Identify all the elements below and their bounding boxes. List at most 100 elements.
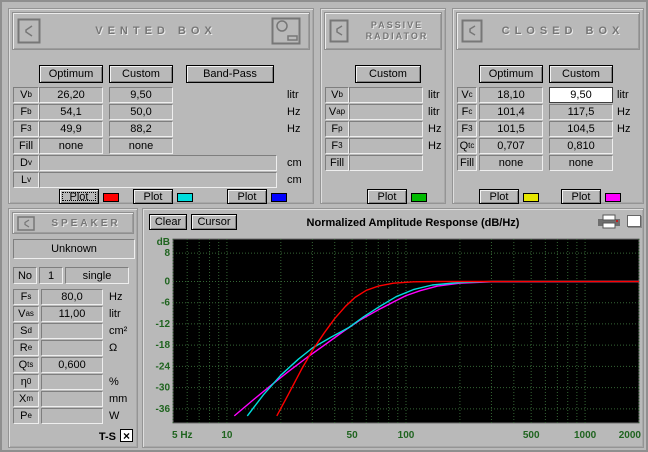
closed-fill-custom-value[interactable]: none bbox=[549, 155, 613, 171]
closed-row-fc: Fc 101,4 117,5 Hz bbox=[457, 104, 630, 120]
vented-plot-optimum-button[interactable]: Plot bbox=[59, 189, 99, 204]
vented-vb-optimum-value: 26,20 bbox=[39, 87, 103, 103]
svg-text:-12: -12 bbox=[156, 319, 171, 330]
param-label: Fs bbox=[13, 289, 39, 305]
vented-row-lv: Lv cm bbox=[13, 172, 302, 188]
svg-text:8: 8 bbox=[164, 248, 170, 259]
app-window: VENTED BOX Optimum Custom Band-Pass Vb 2… bbox=[0, 0, 648, 452]
passive-custom-button[interactable]: Custom bbox=[355, 65, 421, 83]
passive-row-fp: Fp Hz bbox=[325, 121, 441, 137]
unit-label: litr bbox=[287, 89, 299, 101]
closed-row-qtc: Qtc 0,707 0,810 bbox=[457, 138, 613, 154]
svg-text:0: 0 bbox=[164, 276, 170, 287]
chart-title: Normalized Amplitude Response (dB/Hz) bbox=[306, 217, 520, 229]
unit-label: mm bbox=[109, 393, 128, 405]
speaker-pe-value[interactable] bbox=[41, 408, 103, 424]
passive-row-f3: F3 Hz bbox=[325, 138, 441, 154]
closed-custom-button[interactable]: Custom bbox=[549, 65, 613, 83]
unit-label: Hz bbox=[428, 123, 442, 135]
vented-box-diagram-icon bbox=[271, 17, 301, 45]
speaker-name-field[interactable]: Unknown bbox=[13, 239, 135, 259]
param-label: F3 bbox=[13, 121, 39, 137]
svg-text:2000: 2000 bbox=[619, 430, 642, 441]
closed-fill-optimum-value[interactable]: none bbox=[479, 155, 543, 171]
passive-row-vb: Vb litr bbox=[325, 87, 440, 103]
param-label: F3 bbox=[325, 138, 349, 154]
closed-row-fill: Fill none none bbox=[457, 155, 613, 171]
vented-vb-custom-value[interactable]: 9,50 bbox=[109, 87, 173, 103]
speaker-icon bbox=[17, 215, 35, 231]
vented-row-fb: Fb 54,1 50,0 Hz bbox=[13, 104, 300, 120]
vented-fb-custom-value[interactable]: 50,0 bbox=[109, 104, 173, 120]
speaker-box-icon bbox=[461, 19, 483, 43]
unit-label: W bbox=[109, 410, 120, 422]
passive-plot-color-swatch bbox=[411, 192, 427, 202]
param-label: Fill bbox=[457, 155, 477, 171]
closed-vc-optimum-value: 18,10 bbox=[479, 87, 543, 103]
closed-plot-row: Plot Plot bbox=[457, 189, 621, 205]
background-color-box[interactable] bbox=[627, 215, 641, 227]
vented-plot-row: Plot Plot Plot bbox=[13, 189, 287, 205]
closed-optimum-button[interactable]: Optimum bbox=[479, 65, 543, 83]
param-label: Sd bbox=[13, 323, 39, 339]
speaker-header: SPEAKER bbox=[12, 212, 134, 234]
closed-plot-custom-button[interactable]: Plot bbox=[561, 189, 601, 204]
param-label: Lv bbox=[13, 172, 39, 188]
closed-vc-custom-input[interactable]: 9,50 bbox=[549, 87, 613, 103]
vented-lv-value bbox=[39, 172, 277, 188]
speaker-fs-value[interactable]: 80,0 bbox=[41, 289, 103, 305]
closed-fc-optimum-value: 101,4 bbox=[479, 104, 543, 120]
cursor-button[interactable]: Cursor bbox=[191, 214, 237, 230]
speaker-vas-value[interactable]: 11,00 bbox=[41, 306, 103, 322]
speaker-re-value[interactable] bbox=[41, 340, 103, 356]
vented-custom-button[interactable]: Custom bbox=[109, 65, 173, 83]
param-label: Vc bbox=[457, 87, 477, 103]
unit-label: Hz bbox=[428, 140, 442, 152]
closed-row-vc: Vc 18,10 9,50 litr bbox=[457, 87, 629, 103]
closed-plot-optimum-button[interactable]: Plot bbox=[479, 189, 519, 204]
speaker-qts-value[interactable]: 0,600 bbox=[41, 357, 103, 373]
svg-text:-18: -18 bbox=[156, 340, 171, 351]
vented-fill-custom-value[interactable]: none bbox=[109, 138, 173, 154]
vented-fill-optimum-value[interactable]: none bbox=[39, 138, 103, 154]
closed-box-header: CLOSED BOX bbox=[456, 12, 640, 50]
closed-qtc-optimum-value: 0,707 bbox=[479, 138, 543, 154]
speaker-sd-value[interactable] bbox=[41, 323, 103, 339]
unit-label: Ω bbox=[109, 342, 118, 354]
svg-text:-36: -36 bbox=[156, 404, 171, 415]
param-label: Fp bbox=[325, 121, 349, 137]
passive-fill-value bbox=[349, 155, 423, 171]
speaker-xm-value[interactable] bbox=[41, 391, 103, 407]
speaker-type-value[interactable]: single bbox=[65, 267, 129, 284]
clear-button[interactable]: Clear bbox=[149, 214, 187, 230]
speaker-box-icon bbox=[329, 19, 349, 43]
speaker-no-label: No bbox=[13, 267, 37, 284]
svg-text:100: 100 bbox=[398, 430, 415, 441]
svg-text:500: 500 bbox=[523, 430, 540, 441]
speaker-no-value[interactable]: 1 bbox=[39, 267, 63, 284]
speaker-row-fs: Fs 80,0 Hz bbox=[13, 289, 122, 305]
vented-plot-custom-button[interactable]: Plot bbox=[133, 189, 173, 204]
param-label: Fc bbox=[457, 104, 477, 120]
vented-f3-custom-value: 88,2 bbox=[109, 121, 173, 137]
closed-plot-custom-color-swatch bbox=[605, 192, 621, 202]
speaker-row-pe: Pe W bbox=[13, 408, 119, 424]
speaker-row-xm: Xm mm bbox=[13, 391, 127, 407]
passive-plot-button[interactable]: Plot bbox=[367, 189, 407, 204]
param-label: Fb bbox=[13, 104, 39, 120]
unit-label: cm bbox=[287, 174, 302, 186]
closed-box-panel: CLOSED BOX Optimum Custom Vc 18,10 9,50 … bbox=[452, 8, 644, 204]
closed-plot-optimum-color-swatch bbox=[523, 192, 539, 202]
vented-optimum-button[interactable]: Optimum bbox=[39, 65, 103, 83]
vented-plot-bandpass-button[interactable]: Plot bbox=[227, 189, 267, 204]
speaker-eta0-value[interactable] bbox=[41, 374, 103, 390]
svg-text:10: 10 bbox=[221, 430, 233, 441]
closed-f3-custom-value: 104,5 bbox=[549, 121, 613, 137]
svg-text:5 Hz: 5 Hz bbox=[172, 430, 193, 441]
vented-bandpass-button[interactable]: Band-Pass bbox=[186, 65, 274, 83]
svg-text:-24: -24 bbox=[156, 361, 171, 372]
param-label: Xm bbox=[13, 391, 39, 407]
unit-label: Hz bbox=[617, 106, 631, 118]
ts-checkbox[interactable]: × bbox=[120, 429, 133, 443]
printer-icon[interactable] bbox=[597, 214, 621, 234]
